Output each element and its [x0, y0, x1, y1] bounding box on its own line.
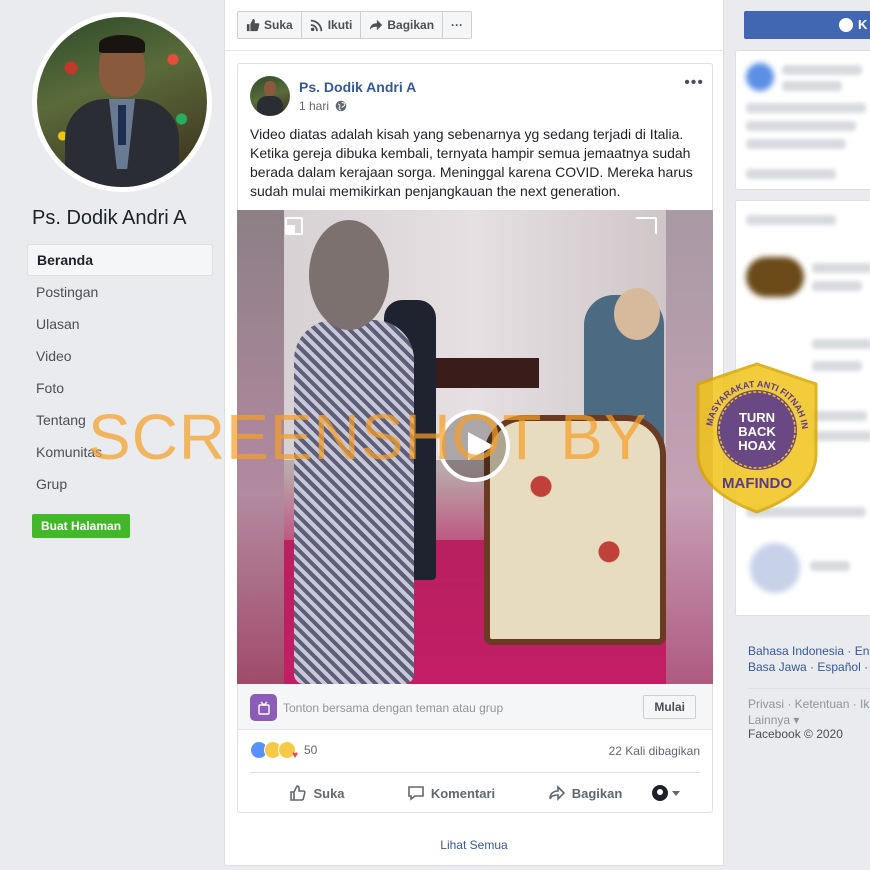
divider: [748, 688, 870, 689]
video-player[interactable]: [237, 210, 713, 684]
share-arrow-icon: [548, 785, 565, 801]
watch-party-start-button[interactable]: Mulai: [643, 695, 696, 719]
post-action-row: Suka Komentari Bagikan: [250, 773, 700, 813]
nav-item-komunitas[interactable]: Komunitas: [27, 436, 213, 468]
watch-party-text: Tonton bersama dengan teman atau grup: [283, 701, 504, 715]
copyright: Facebook © 2020: [748, 727, 843, 741]
divider: [225, 50, 723, 51]
post-like-button[interactable]: Suka: [250, 773, 384, 813]
footer-links: Privasi · Ketentuan · Ik Lainnya ▾: [748, 696, 870, 728]
language-line-1[interactable]: Bahasa Indonesia · En: [748, 643, 870, 659]
share-page-button[interactable]: Bagikan: [360, 11, 444, 39]
like-page-button[interactable]: Suka: [237, 11, 302, 39]
left-column: Ps. Dodik Andri A Beranda Postingan Ulas…: [0, 0, 225, 870]
messenger-icon: [839, 18, 853, 32]
footer-line-2[interactable]: Lainnya ▾: [748, 712, 870, 728]
globe-icon: [335, 100, 347, 112]
picture-in-picture-icon[interactable]: [285, 217, 303, 235]
nav-item-postingan[interactable]: Postingan: [27, 276, 213, 308]
watch-party-bar: Tonton bersama dengan teman atau grup Mu…: [238, 684, 712, 730]
nav-item-video[interactable]: Video: [27, 340, 213, 372]
create-page-button[interactable]: Buat Halaman: [32, 514, 131, 538]
post-author-avatar[interactable]: [250, 76, 290, 116]
page-nav: Beranda Postingan Ulasan Video Foto Tent…: [27, 244, 213, 500]
nav-item-foto[interactable]: Foto: [27, 372, 213, 404]
comment-icon: [408, 786, 424, 801]
thumbs-up-icon: [290, 785, 307, 801]
page-title: Ps. Dodik Andri A: [32, 207, 187, 229]
play-icon[interactable]: [438, 410, 510, 482]
nav-item-tentang[interactable]: Tentang: [27, 404, 213, 436]
right-column: K Bahasa Indonesia · En Basa Jawa · Espa…: [735, 0, 870, 870]
post-card: Ps. Dodik Andri A 1 hari ••• Video diata…: [237, 63, 713, 813]
post-author-name[interactable]: Ps. Dodik Andri A: [299, 79, 416, 95]
blurred-suggestions-card: [735, 200, 870, 616]
page-action-bar: Suka Ikuti Bagikan ···: [237, 11, 473, 39]
chevron-down-icon: [672, 790, 680, 796]
language-links: Bahasa Indonesia · En Basa Jawa · Españo…: [748, 643, 870, 675]
post-comment-button[interactable]: Komentari: [384, 773, 518, 813]
blurred-info-card: [735, 50, 870, 190]
post-like-label: Suka: [313, 785, 345, 801]
watch-party-icon: [250, 694, 277, 721]
post-comment-label: Komentari: [430, 785, 496, 801]
profile-avatar[interactable]: [32, 12, 212, 192]
share-arrow-icon: [370, 19, 383, 31]
share-page-label: Bagikan: [387, 18, 435, 32]
page-identity-icon: [652, 785, 668, 801]
more-icon: ···: [451, 18, 464, 32]
more-options-button[interactable]: ···: [442, 11, 473, 39]
reaction-count: 50: [304, 743, 318, 757]
cast-icon[interactable]: [635, 217, 657, 235]
post-body-text: Video diatas adalah kisah yang sebenarny…: [250, 126, 693, 199]
like-page-label: Suka: [264, 18, 293, 32]
see-all-link[interactable]: Lihat Semua: [225, 838, 723, 852]
follow-label: Ikuti: [327, 18, 353, 32]
care-reaction-icon: [278, 741, 298, 761]
nav-item-beranda[interactable]: Beranda: [27, 244, 213, 276]
post-time-text[interactable]: 1 hari: [299, 99, 329, 113]
post-options-icon[interactable]: •••: [684, 74, 704, 92]
language-line-2[interactable]: Basa Jawa · Español ·: [748, 659, 870, 675]
rss-icon: [310, 19, 322, 32]
thumbs-up-icon: [246, 18, 260, 32]
messenger-button[interactable]: K: [744, 11, 870, 39]
nav-item-grup[interactable]: Grup: [27, 468, 213, 500]
reaction-summary[interactable]: 50: [250, 741, 318, 761]
follow-button[interactable]: Ikuti: [300, 11, 362, 39]
share-count[interactable]: 22 Kali dibagikan: [609, 744, 700, 758]
main-column: Suka Ikuti Bagikan ··· Ps. Dodik Andri A…: [224, 0, 724, 866]
post-share-label: Bagikan: [571, 785, 623, 801]
avatar-photo: [37, 17, 207, 187]
nav-item-ulasan[interactable]: Ulasan: [27, 308, 213, 340]
post-share-button[interactable]: Bagikan: [518, 773, 652, 813]
footer-line-1[interactable]: Privasi · Ketentuan · Ik: [748, 696, 870, 712]
post-timestamp: 1 hari: [299, 99, 347, 113]
audience-selector[interactable]: [652, 785, 700, 801]
messenger-label: K: [858, 17, 868, 32]
